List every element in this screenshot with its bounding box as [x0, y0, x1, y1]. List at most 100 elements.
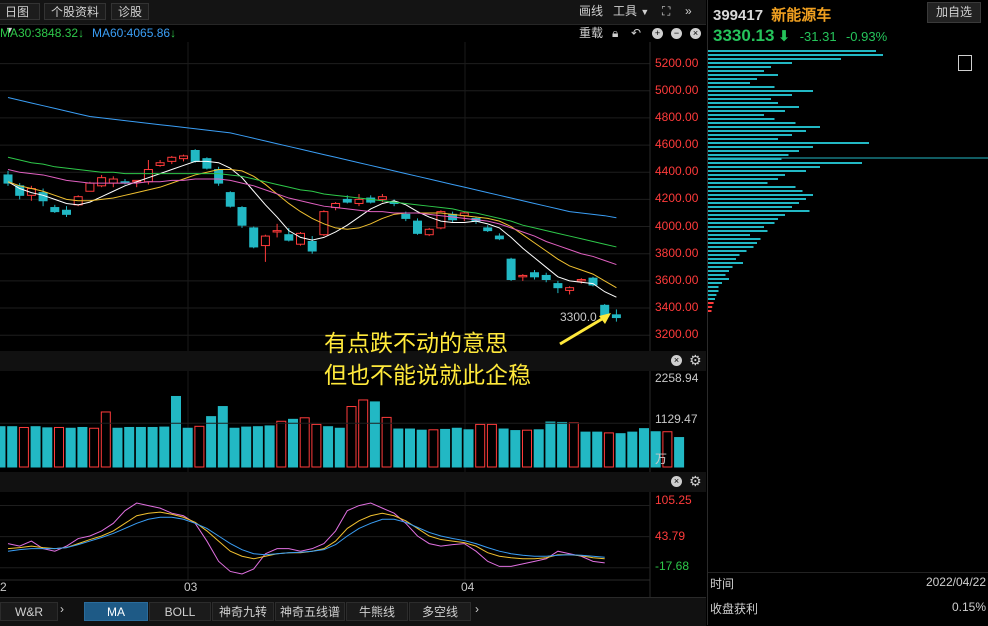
- price-tick-label: 3600.00: [655, 272, 699, 287]
- volume-axis-mid: 1129.47: [655, 412, 698, 426]
- volume-bar: [135, 426, 146, 468]
- volume-bar: [241, 426, 252, 468]
- volume-profile-bar: [708, 218, 778, 220]
- chevron-right-icon[interactable]: ›: [475, 602, 479, 616]
- volume-bar: [7, 426, 18, 468]
- stock-profile-button[interactable]: 个股资料: [44, 3, 107, 20]
- annotation-line-1: 有点跌不动的意思: [324, 331, 508, 357]
- volume-bar: [603, 432, 614, 468]
- volume-bar: [346, 406, 357, 468]
- volume-bar: [463, 429, 474, 468]
- volume-bar: [229, 427, 240, 468]
- tab-nine-turn[interactable]: 神奇九转: [212, 602, 274, 621]
- date-label-mar: 03: [184, 580, 198, 594]
- volume-profile-bar: [708, 66, 771, 68]
- volume-bar: [112, 427, 123, 468]
- diagnose-button[interactable]: 诊股: [111, 3, 150, 20]
- volume-profile-bar: [708, 86, 775, 88]
- time-label: 时间: [710, 577, 735, 591]
- zoom-in-icon[interactable]: +: [652, 28, 663, 39]
- tab-bull-bear[interactable]: 牛熊线: [346, 602, 408, 621]
- volume-bar: [89, 427, 100, 468]
- document-icon[interactable]: [958, 55, 972, 71]
- volume-bar: [498, 428, 509, 468]
- volume-profile-bar: [708, 62, 792, 64]
- volume-profile-bar: [708, 166, 820, 168]
- candle-body: [85, 182, 95, 192]
- price-change-pct: -0.93%: [845, 29, 888, 44]
- undo-icon[interactable]: ↶: [631, 24, 641, 42]
- volume-bar: [580, 431, 591, 468]
- volume-profile-bar: [708, 266, 733, 268]
- collapse-icon[interactable]: »: [685, 3, 692, 20]
- volume-bar: [77, 426, 88, 468]
- ma60-value: MA60:4065.86: [92, 26, 171, 40]
- stock-code: 399417: [713, 7, 764, 24]
- tab-boll[interactable]: BOLL: [149, 602, 211, 621]
- indicator-chart: [0, 502, 650, 575]
- volume-bar: [557, 421, 568, 468]
- settings-icon[interactable]: ⚙: [689, 473, 702, 490]
- volume-profile-bar: [708, 206, 792, 208]
- tab-five-lines[interactable]: 神奇五线谱: [275, 602, 345, 621]
- volume-profile-bar: [708, 306, 713, 308]
- tools-menu[interactable]: 工具 ▼: [613, 3, 649, 20]
- volume-bar: [54, 426, 64, 468]
- fullscreen-icon[interactable]: ⛶: [662, 3, 670, 20]
- volume-bar: [217, 406, 228, 468]
- last-price: 3330.13: [713, 26, 775, 45]
- draw-line-button[interactable]: 画线: [579, 3, 603, 20]
- indicator-axis-mid: 43.79: [655, 529, 686, 543]
- lock-icon[interactable]: 🔒︎: [612, 24, 618, 42]
- volume-bar: [522, 429, 532, 468]
- candle-body: [202, 158, 212, 169]
- candle-body: [307, 240, 317, 252]
- candle-body: [155, 162, 165, 166]
- candle-body: [377, 196, 387, 200]
- indicator-axis-max: 105.25: [655, 493, 692, 507]
- volume-profile-bar: [708, 246, 754, 248]
- volume-profile-bar: [708, 110, 785, 112]
- price-axis: 5200.00 5000.00 4800.00 4600.00 4400.00 4200.…: [652, 42, 706, 352]
- candle-body: [401, 213, 411, 219]
- settings-icon[interactable]: ⚙: [689, 352, 702, 369]
- volume-profile-bar: [708, 126, 820, 128]
- volume-profile-bar: [708, 74, 778, 76]
- close-icon[interactable]: ×: [671, 355, 682, 366]
- down-arrow-icon: ↓: [170, 26, 177, 40]
- volume-profile-bar: [708, 58, 841, 60]
- volume-profile-bar: [708, 310, 712, 312]
- volume-profile-bar: [708, 106, 799, 108]
- tab-wr[interactable]: W&R: [0, 602, 58, 621]
- volume-bar: [276, 420, 287, 468]
- volume-profile-bar: [708, 274, 726, 276]
- tab-long-short[interactable]: 多空线: [409, 602, 471, 621]
- price-tick-label: 4800.00: [655, 109, 699, 124]
- info-row-time: 时间 2022/04/22: [708, 572, 988, 591]
- reload-button[interactable]: 重载: [579, 24, 603, 42]
- volume-profile-bar: [708, 134, 792, 136]
- period-selector[interactable]: 日图 ▼: [0, 3, 40, 35]
- volume-bar: [627, 431, 638, 468]
- annotation-line-2: 但也不能说就此企稳: [324, 363, 531, 389]
- chevron-down-icon: ▼: [640, 7, 650, 17]
- candle-body: [190, 150, 200, 162]
- chevron-right-icon[interactable]: ›: [60, 602, 64, 616]
- profit-value: 0.15%: [951, 600, 986, 614]
- tab-ma[interactable]: MA: [84, 602, 148, 621]
- add-watchlist-button[interactable]: 加自选: [927, 2, 981, 23]
- zoom-out-icon[interactable]: −: [671, 28, 682, 39]
- close-icon[interactable]: ×: [690, 28, 701, 39]
- candle-body: [319, 211, 329, 236]
- volume-profile-bar: [708, 198, 806, 200]
- volume-profile-bar: [708, 174, 785, 176]
- volume-bar: [451, 427, 462, 468]
- volume-bar: [0, 426, 6, 468]
- indicator-axis-min: -17.68: [655, 559, 690, 573]
- ma-legend: MA30:3848.32↓ MA60:4065.86↓ 重载 🔒︎ ↶ + − …: [0, 24, 701, 42]
- close-icon[interactable]: ×: [671, 476, 682, 487]
- volume-bar: [182, 427, 193, 468]
- ma-line-ma10: [7, 169, 617, 289]
- down-arrow-icon: ↓: [78, 26, 85, 40]
- candle-body: [541, 274, 551, 281]
